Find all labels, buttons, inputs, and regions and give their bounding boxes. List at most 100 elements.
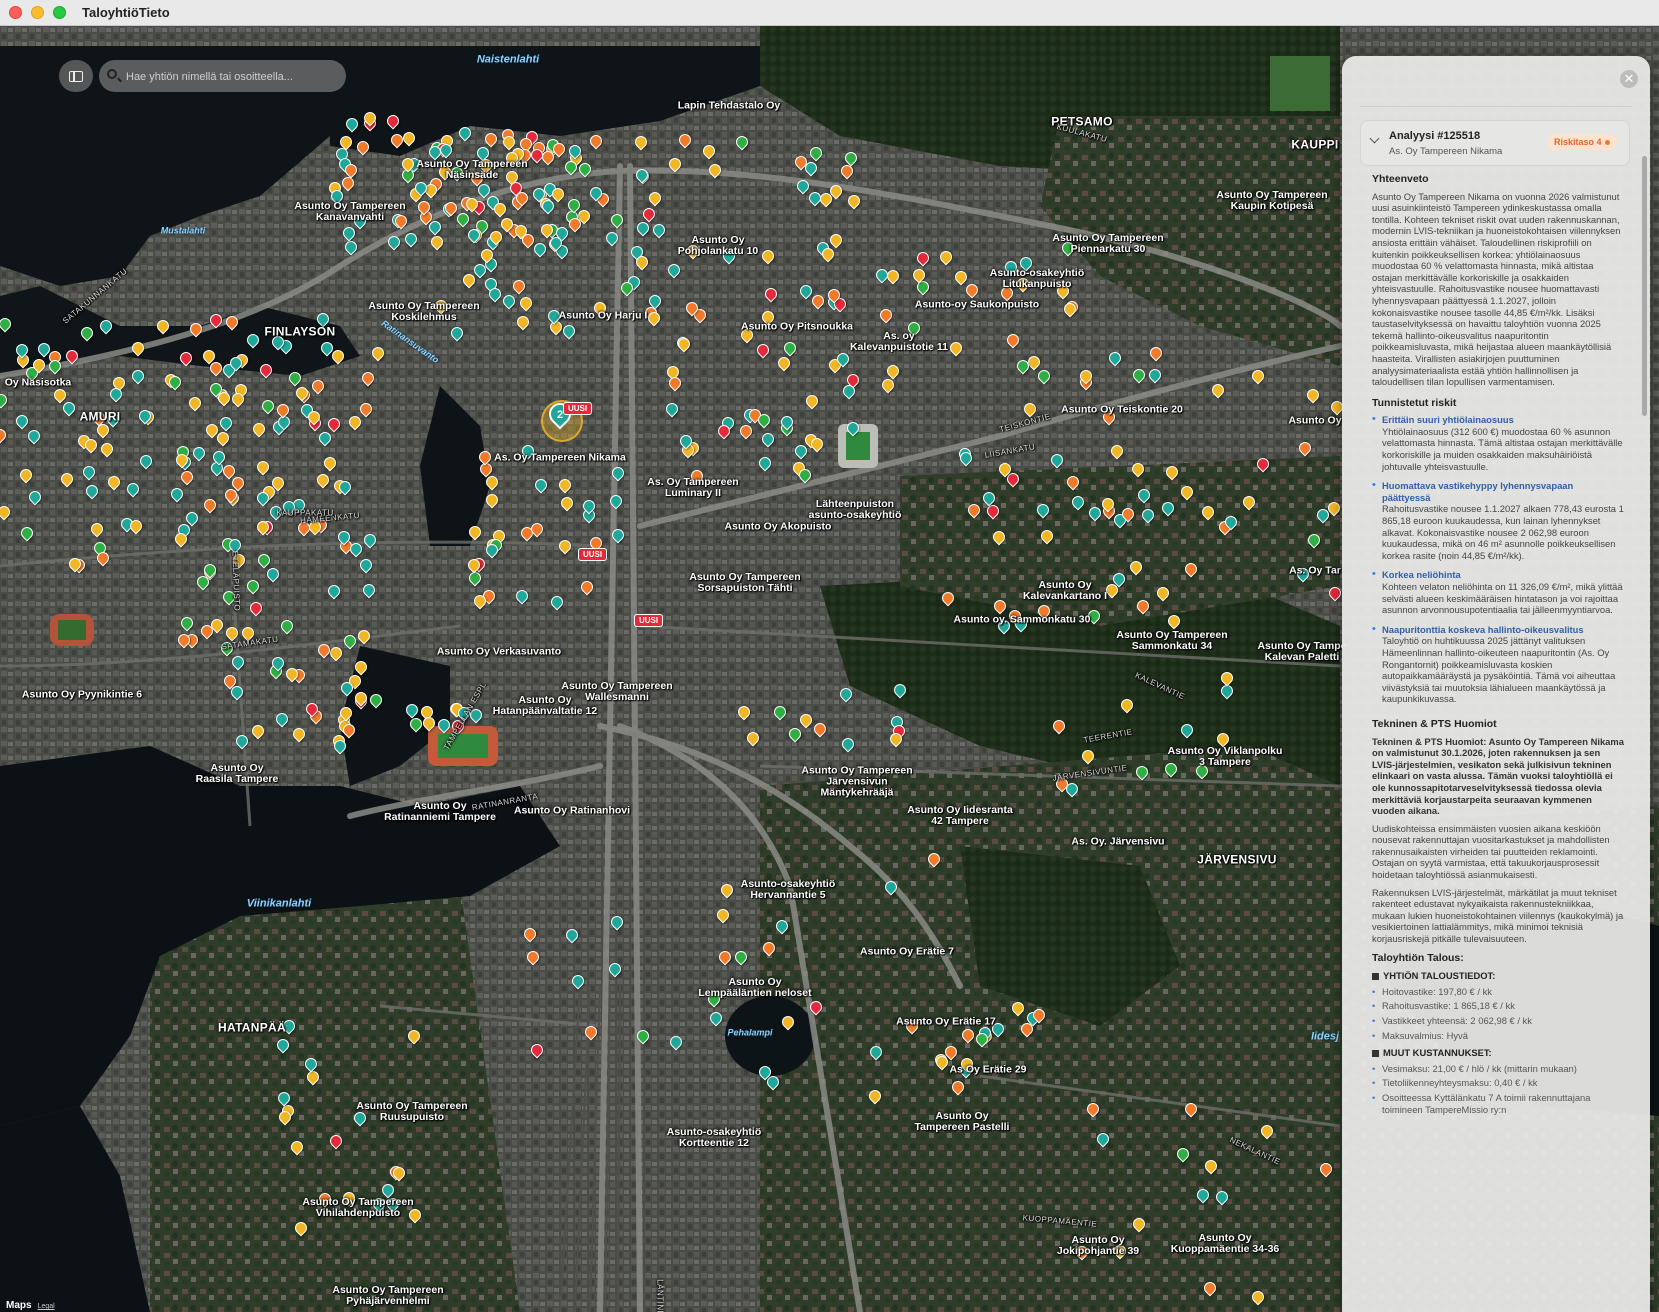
finance-title: Taloyhtiön Talous: [1372,951,1464,964]
window-close-button[interactable] [9,6,22,19]
property-label[interactable]: Asunto Oy Teiskontie 20 [1061,404,1183,416]
finance-heading: YHTIÖN TALOUSTIEDOT: [1372,970,1624,982]
property-label[interactable]: Asunto Oy Jokipohjantie 39 [1057,1235,1139,1257]
property-label[interactable]: Asunto-osakeyhtiö Litukanpuisto [990,268,1085,290]
window-zoom-button[interactable] [53,6,66,19]
property-label[interactable]: Asunto Oy Tampereen Vihilahdenpuisto [302,1197,413,1219]
property-label[interactable]: Asunto Oy Erätie 7 [860,946,954,958]
window-titlebar: TaloyhtiöTieto [0,0,1659,26]
sidebar-icon [69,70,83,82]
district-label: JÄRVENSIVU [1197,852,1277,867]
property-label[interactable]: Asunto Oy Pyynikintie 6 [22,689,142,701]
property-label[interactable]: As. Oy Tar [1289,565,1341,577]
street-label: KALEVANTIE [1133,670,1187,702]
district-label: AMURI [79,409,121,424]
tech-bold-text: Tekninen & PTS Huomiot: Asunto Oy Tamper… [1372,735,1624,817]
property-label[interactable]: Asunto Oy Viklanpolku 3 Tampere [1168,746,1283,768]
property-label[interactable]: Asunto Oy Iidesranta 42 Tampere [907,805,1013,827]
property-label[interactable]: Asunto Oy Erätie 17 [896,1016,996,1028]
property-label[interactable]: Asunto Oy Tampereen Koskilehmus [368,301,479,323]
property-label[interactable]: Asunto Oy Pitsnoukka [741,321,853,333]
finance-heading-text: MUUT KUSTANNUKSET: [1383,1047,1492,1059]
property-label[interactable]: Asunto Oy Tampereen Pastelli [915,1111,1010,1133]
property-label[interactable]: Asunto Oy Tampereen Näsinsäde [416,159,527,181]
risk-item: Naapuritonttia koskeva hallinto-oikeusva… [1372,624,1624,705]
app-title: TaloyhtiöTieto [82,5,170,20]
property-label[interactable]: Asunto Oy Tampereen Kanavanvahti [294,201,405,223]
property-label[interactable]: Asunto Oy Tampereen Pyhäjärvenhelmi [332,1285,443,1307]
water-label: Mustalahti [160,225,206,236]
window-minimize-button[interactable] [31,6,44,19]
finance-item: Tietoliikenneyhteysmaksu: 0,40 € / kk [1372,1077,1624,1089]
risk-dot-icon [1604,140,1610,146]
property-label[interactable]: Oy Näsisotka [5,377,72,389]
property-label[interactable]: Asunto Oy Kalevankartano I [1023,580,1107,602]
property-label[interactable]: Asunto-osakeyhtiö Hervannantie 5 [741,879,836,901]
property-label[interactable]: Asunto Oy Tampereen Järvensivun Mäntykeh… [801,765,912,799]
property-label[interactable]: Asunto Oy Harju I [559,310,648,322]
property-label[interactable]: Asunto Oy Lempääläntien neloset [698,977,811,999]
search-box[interactable] [99,60,346,94]
property-label[interactable]: Asunto Oy Ratinanniemi Tampere [384,801,496,823]
property-label[interactable]: As. Oy. Järvensivu [1071,836,1164,848]
street-label: NEKALANTIE [1228,1135,1282,1167]
finance-item: Vesimaksu: 21,00 € / hlö / kk (mittarin … [1372,1063,1624,1075]
property-label[interactable]: Lähteenpuiston asunto-osakeyhtiö [809,499,902,521]
finance-heading: MUUT KUSTANNUKSET: [1372,1047,1624,1059]
risk-item-text: Yhtiölainaosuus (312 600 €) muodostaa 60… [1382,425,1623,472]
property-label[interactable]: As. Oy Tampereen Luminary II [647,477,738,499]
property-label[interactable]: Asunto Oy Tampereen Ruusupuisto [356,1101,467,1123]
panel-divider [1360,106,1632,107]
property-label[interactable]: Asunto Oy Tampe Kalevan Paletti [1257,641,1346,663]
maps-logo: Maps [6,1300,32,1311]
sidebar-toggle-button[interactable] [59,60,93,92]
analysis-header-card[interactable]: Analyysi #125518 As. Oy Tampereen Nikama… [1360,120,1630,166]
risk-item: Huomattava vastikehyppy lyhennysvapaan p… [1372,480,1624,561]
risk-level-text: Riskitaso 4 [1554,137,1602,147]
square-bullet-icon [1372,973,1379,981]
property-label[interactable]: Asunto Oy [1288,415,1341,427]
risk-item-title: Korkea neliöhinta [1382,569,1461,581]
water-label: Viinikanlahti [246,897,312,910]
property-label[interactable]: Asunto-osakeyhtiö Kortteentie 12 [667,1127,762,1149]
property-label[interactable]: Asunto Oy Ratinanhovi [514,805,630,817]
property-label[interactable]: Asunto Oy Tampereen Piennarkatu 30 [1052,233,1163,255]
street-label: JÄRVENSIVUNTIE [1052,763,1128,783]
panel-close-button[interactable]: ✕ [1620,70,1638,88]
property-label[interactable]: Asunto Oy Kuoppamäentie 34-36 [1171,1233,1280,1255]
street-label: KAUPPAKATU [276,508,334,518]
property-label[interactable]: As. oy Kalevanpuistotie 11 [850,331,948,353]
property-label[interactable]: Lapin Tehdastalo Oy [678,100,781,112]
property-label[interactable]: Asunto-oy Saukonpuisto [915,299,1039,311]
property-label[interactable]: As Oy Erätie 29 [949,1064,1026,1076]
summary-text: Asunto Oy Tampereen Nikama on vuonna 202… [1372,190,1621,388]
street-label: TEISKONTIE [998,411,1052,435]
risk-item-text: Kohteen velaton neliöhinta on 11 326,09 … [1382,581,1623,616]
property-label[interactable]: Asunto Oy Akopuisto [725,521,832,533]
property-label[interactable]: Asunto Oy Tampereen Kaupin Kotipesä [1216,190,1327,212]
chevron-down-icon[interactable] [1369,133,1380,144]
legal-link[interactable]: Legal [38,1303,55,1310]
analysis-property-name: As. Oy Tampereen Nikama [1389,146,1503,157]
property-label[interactable]: As. Oy Tampereen Nikama [494,452,626,464]
property-label[interactable]: Asunto Oy Raasila Tampere [196,763,279,785]
property-label[interactable]: Asunto Oy Hatanpäänvaltatie 12 [493,695,597,717]
property-label[interactable]: Asunto Oy Pohjolankatu 10 [678,235,759,257]
analysis-panel: ✕ Analyysi #125518 As. Oy Tampereen Nika… [1342,56,1650,1312]
finance-item: Vastikkeet yhteensä: 2 062,98 € / kk [1372,1015,1624,1027]
risk-item-title: Huomattava vastikehyppy lyhennysvapaan p… [1382,480,1574,503]
street-label: LIISANKATU [984,442,1036,460]
map-attribution: Maps Legal [6,1300,55,1311]
risk-item-title: Naapuritonttia koskeva hallinto-oikeusva… [1382,623,1584,635]
tech-text-1: Uudiskohteissa ensimmäisten vuosien aika… [1372,822,1610,881]
property-label[interactable]: Asunto Oy Tampereen Sorsapuiston Tähti [689,572,800,594]
risk-item: Korkea neliöhinta Kohteen velaton neliöh… [1372,569,1624,615]
finance-item: Rahoitusvastike: 1 865,18 € / kk [1372,1000,1624,1012]
risk-level-badge: Riskitaso 4 [1547,134,1617,150]
property-label[interactable]: Asunto oy. Sammonkatu 30 [954,614,1091,626]
search-input[interactable] [124,60,343,94]
property-label[interactable]: Asunto Oy Tampereen Sammonkatu 34 [1116,630,1227,652]
property-label[interactable]: Asunto Oy Verkasuvanto [437,646,561,658]
panel-scrollbar[interactable] [1642,156,1647,416]
water-label: Pehalampi [727,1027,773,1038]
